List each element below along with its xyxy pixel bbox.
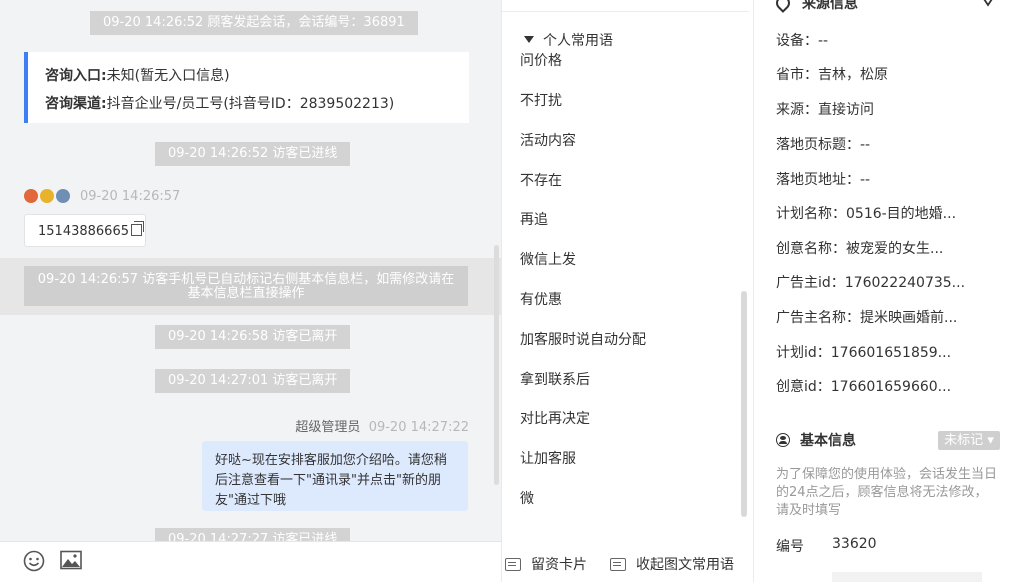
visitor-left-notice: 09-20 14:26:58 访客已离开 <box>155 325 351 349</box>
info-field-plan-name: 计划名称：0516-目的地婚... <box>776 206 957 222</box>
phrase-group-title: 个人常用语 <box>543 33 613 49</box>
tag-dropdown-label: 未标记 <box>944 433 984 448</box>
food-emoji-icon <box>24 189 38 203</box>
divider <box>502 11 749 12</box>
phrase-item[interactable]: 微 <box>520 488 534 508</box>
phrase-item[interactable]: 有优惠 <box>520 289 562 309</box>
tag-dropdown[interactable]: 未标记 ▾ <box>938 431 1000 450</box>
info-field-landing-url: 落地页地址：-- <box>776 172 871 188</box>
visitor-entered-notice-partial: 09-20 14:27:27 访客已进线 <box>155 528 351 541</box>
visitor-left-notice: 09-20 14:27:01 访客已离开 <box>155 369 351 393</box>
next-field-input[interactable] <box>832 572 982 582</box>
info-field-region: 省市：吉林，松原 <box>776 67 888 83</box>
info-field-advertiser-id: 广告主id：176022240735... <box>776 275 966 291</box>
channel-label: 咨询渠道: <box>45 96 107 112</box>
auto-mark-notice-line2: 基本信息栏直接操作 <box>187 286 305 301</box>
caret-down-icon: ▾ <box>987 433 994 448</box>
channel-row: 咨询渠道:抖音企业号/员工号(抖音号ID：2839502213) <box>45 93 394 113</box>
location-pin-icon <box>773 0 793 13</box>
entry-value: 未知(暂无入口信息) <box>106 68 230 84</box>
smiley-icon[interactable] <box>23 550 45 572</box>
info-field-device: 设备：-- <box>776 33 829 49</box>
phrase-item[interactable]: 让加客服 <box>520 448 576 468</box>
phrase-item[interactable]: 活动内容 <box>520 130 576 150</box>
phrase-item[interactable]: 对比再决定 <box>520 408 590 428</box>
agent-timestamp: 09-20 14:27:22 <box>368 420 469 435</box>
basic-info-header: 基本信息 <box>776 430 856 450</box>
phrase-item[interactable]: 不打扰 <box>520 90 562 110</box>
phrase-item[interactable]: 再追 <box>520 209 548 229</box>
cloud-emoji-icon <box>56 189 70 203</box>
source-info-title: 来源信息 <box>802 0 858 12</box>
source-info-header: 来源信息 <box>773 0 858 13</box>
phrase-item[interactable]: 加客服时说自动分配 <box>520 329 646 349</box>
info-field-source: 来源：直接访问 <box>776 102 874 118</box>
auto-mark-notice-line1: 09-20 14:26:57 访客手机号已自动标记右侧基本信息栏，如需修改请在 <box>37 272 455 287</box>
visitor-header: 09-20 14:26:57 <box>24 186 180 206</box>
channel-value: 抖音企业号/员工号(抖音号ID：2839502213) <box>106 96 395 112</box>
agent-name: 超级管理员 <box>295 420 361 435</box>
user-icon <box>776 433 790 447</box>
phrases-scrollbar[interactable] <box>741 291 747 517</box>
phrase-item[interactable]: 微信上发 <box>520 249 576 269</box>
chat-panel: 09-20 14:26:52 顾客发起会话，会话编号：36891 咨询入口:未知… <box>0 0 501 541</box>
message-icon <box>505 557 521 571</box>
chat-scrollbar[interactable] <box>494 245 499 485</box>
entry-label: 咨询入口: <box>45 68 107 84</box>
collapse-phrases-label: 收起图文常用语 <box>636 557 734 573</box>
agent-message-bubble: 好哒~现在安排客服加您介绍哈。请您稍后注意查看一下"通讯录"并点击"新的朋友"通… <box>202 441 468 511</box>
session-start-notice: 09-20 14:26:52 顾客发起会话，会话编号：36891 <box>90 11 418 35</box>
info-field-creative-name: 创意名称：被宠爱的女生... <box>776 241 944 257</box>
info-field-advertiser-name: 广告主名称：提米映画婚前... <box>776 310 958 326</box>
visitor-entered-notice: 09-20 14:26:52 访客已进线 <box>155 142 351 166</box>
edit-icon[interactable] <box>980 0 996 8</box>
chat-toolbar <box>0 541 501 583</box>
number-label: 编号 <box>776 539 804 555</box>
visitor-message-bubble: 15143886665 <box>24 214 146 247</box>
phrase-group-header[interactable]: 个人常用语 <box>524 30 613 50</box>
image-icon[interactable] <box>60 550 82 570</box>
agent-header: 超级管理员 09-20 14:27:22 <box>295 416 469 435</box>
phrase-item[interactable]: 问价格 <box>520 50 562 70</box>
phrase-item[interactable]: 不存在 <box>520 170 562 190</box>
visitor-timestamp: 09-20 14:26:57 <box>80 188 181 204</box>
edit-deadline-note: 为了保障您的使用体验，会话发生当日的24点之后，顾客信息将无法修改，请及时填写 <box>776 467 998 518</box>
info-field-creative-id: 创意id：176601659660... <box>776 379 952 395</box>
entry-info-card: 咨询入口:未知(暂无入口信息) 咨询渠道:抖音企业号/员工号(抖音号ID：283… <box>24 52 469 123</box>
basic-info-title: 基本信息 <box>800 433 856 449</box>
money-bag-emoji-icon <box>40 189 54 203</box>
auto-mark-notice: 09-20 14:26:57 访客手机号已自动标记右侧基本信息栏，如需修改请在 … <box>24 266 468 306</box>
info-panel: 来源信息 设备：-- 省市：吉林，松原 来源：直接访问 落地页标题：-- 落地页… <box>753 0 1010 582</box>
leave-card-label: 留资卡片 <box>531 557 587 573</box>
leave-card-button[interactable]: 留资卡片 <box>505 554 587 574</box>
info-field-landing-title: 落地页标题：-- <box>776 137 871 153</box>
phrase-item[interactable]: 拿到联系后 <box>520 369 590 389</box>
collapse-phrases-button[interactable]: 收起图文常用语 <box>610 554 734 574</box>
message-icon <box>610 557 626 571</box>
number-value: 33620 <box>832 536 877 552</box>
info-field-plan-id: 计划id：176601651859... <box>776 345 952 361</box>
entry-row: 咨询入口:未知(暂无入口信息) <box>45 65 230 85</box>
copy-icon[interactable] <box>130 221 144 236</box>
phone-number-text: 15143886665 <box>38 224 129 239</box>
caret-down-icon <box>524 36 534 43</box>
phrases-panel: 个人常用语 问价格 不打扰 活动内容 不存在 再追 微信上发 有优惠 加客服时说… <box>501 0 754 582</box>
